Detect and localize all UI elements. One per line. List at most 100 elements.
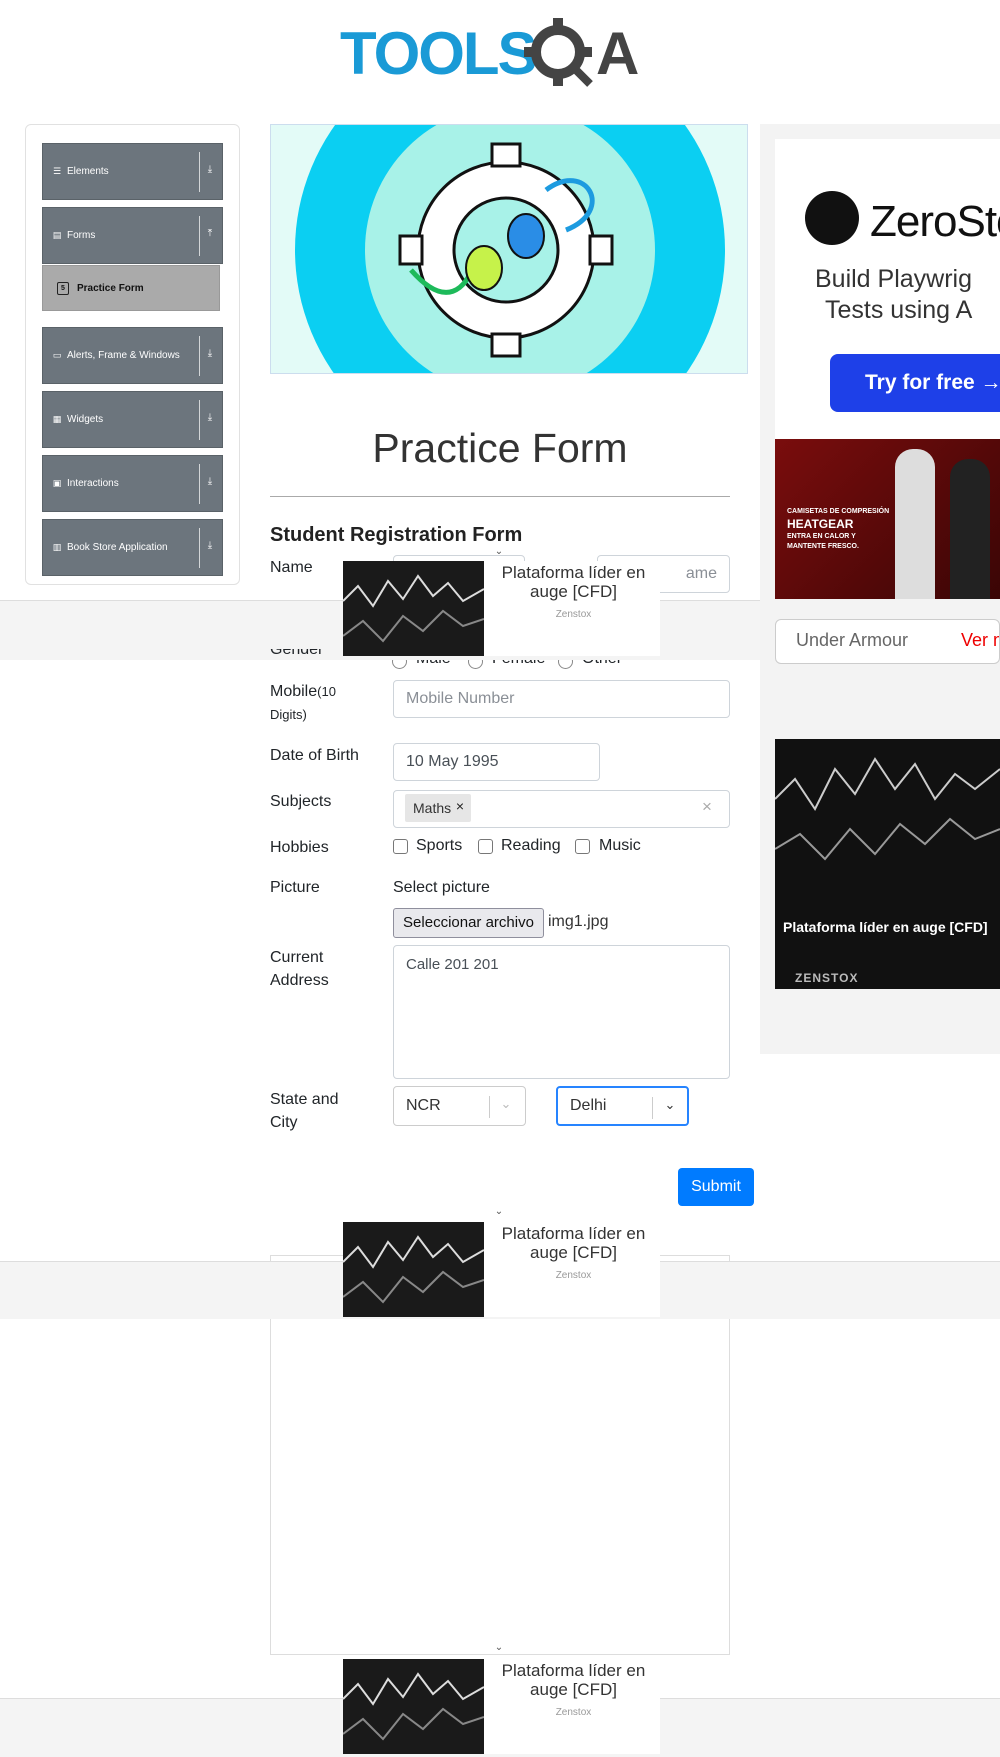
ua-promo-heatgear: HEATGEAR	[787, 517, 854, 531]
picture-label: Picture	[270, 879, 320, 896]
hobby-checkbox-sports[interactable]	[393, 839, 408, 854]
mobile-input[interactable]: Mobile Number	[393, 680, 730, 718]
submit-button[interactable]: Submit	[678, 1168, 754, 1206]
form-heading: Student Registration Form	[270, 524, 523, 546]
dob-label: Date of Birth	[270, 747, 359, 764]
under-armour-ad-caption[interactable]: Under Armour Ver m	[775, 619, 1000, 664]
book-icon: ▥	[52, 542, 62, 552]
remove-chip-icon[interactable]: ×	[456, 798, 464, 814]
ua-caption-text: Under Armour	[796, 630, 909, 650]
gender-option-label: Other	[582, 660, 622, 668]
subject-chip: Maths ×	[405, 794, 471, 822]
ad-chart-image	[343, 1222, 484, 1317]
chevron-down-icon[interactable]: ⌄	[492, 546, 506, 557]
sidebar-group-label: Book Store Application	[67, 542, 168, 553]
gender-radio-female[interactable]	[468, 660, 483, 669]
ad-title: Plataforma líder en auge [CFD]	[501, 1661, 646, 1699]
sidebar-item-practice-form[interactable]: 5 Practice Form	[42, 265, 220, 311]
hobby-label: Sports	[416, 837, 463, 854]
title-divider	[270, 496, 730, 497]
state-select[interactable]: NCR ⌄	[393, 1086, 526, 1126]
clear-icon[interactable]: ×	[702, 797, 712, 817]
interaction-icon: ▣	[52, 478, 62, 488]
file-name: img1.jpg	[548, 913, 609, 930]
gender-radio-other[interactable]	[558, 660, 573, 669]
window-icon: ▭	[52, 350, 62, 360]
zen-card-title: Plataforma líder en auge [CFD]	[783, 919, 988, 935]
sidebar-group-label: Interactions	[67, 478, 119, 489]
page-title: Practice Form	[372, 425, 628, 471]
ad-brand: Zenstox	[555, 1707, 592, 1718]
sidebar-group-alerts[interactable]: ▭ Alerts, Frame & Windows ⤓	[42, 327, 223, 384]
mobile-hint: Digits)	[270, 707, 307, 722]
zerostox-logo-icon	[805, 191, 859, 245]
under-armour-ad-image[interactable]: CAMISETAS DE COMPRESIÓN HEATGEAR ENTRA E…	[775, 439, 1000, 599]
state-city-label: State and City	[270, 1088, 339, 1134]
chevron-down-icon[interactable]: ⌄	[492, 1206, 506, 1217]
sidebar-group-interactions[interactable]: ▣ Interactions ⤓	[42, 455, 223, 512]
gender-radio-male[interactable]	[392, 660, 407, 669]
ad-title: Plataforma líder en auge [CFD]	[501, 563, 646, 601]
gender-label: Gender	[270, 649, 324, 658]
gender-option-label: Male	[416, 660, 451, 668]
state-select-value: NCR	[406, 1097, 441, 1114]
zen-card-brand: ZENSTOX	[795, 971, 859, 985]
sidebar-group-label: Widgets	[67, 414, 104, 425]
ua-promo-line: CAMISETAS DE COMPRESIÓN	[787, 508, 890, 515]
sticky-ad[interactable]: Plataforma líder en auge [CFD] Zenstox	[343, 561, 660, 656]
chevron-down-icon: ⌄	[500, 1096, 512, 1111]
html5-icon: 5	[57, 281, 69, 295]
hobby-checkbox-reading[interactable]	[478, 839, 493, 854]
mobile-label: Mobile(10 Digits)	[270, 680, 336, 726]
zenstox-ad-card[interactable]: Plataforma líder en auge [CFD] ZENSTOX	[775, 739, 1000, 989]
try-free-button[interactable]: Try for free →	[830, 354, 1000, 412]
mobile-label-text: Mobile	[270, 683, 318, 700]
dob-input[interactable]: 10 May 1995	[393, 743, 600, 781]
address-label-line: Address	[270, 972, 329, 989]
current-address-textarea[interactable]: Calle 201 201	[393, 945, 730, 1079]
tagline-line-2: Tests using A	[825, 296, 973, 324]
grid-icon: ▦	[52, 414, 62, 424]
hobbies-label: Hobbies	[270, 839, 329, 856]
hobby-label: Reading	[501, 837, 561, 854]
chevron-down-icon[interactable]: ⌄	[492, 1642, 506, 1653]
zerostox-brand: ZeroSto	[870, 197, 1000, 246]
right-ad-column[interactable]: ZeroSto Build Playwrig Tests using A Try…	[760, 124, 1000, 1054]
gender-option-label: Female	[492, 660, 545, 668]
ad-chart-image	[343, 561, 484, 656]
address-label: Current Address	[270, 946, 329, 992]
ua-promo-line: ENTRA EN CALOR Y	[787, 533, 856, 540]
state-city-label-line: State and	[270, 1091, 339, 1108]
chevron-down-icon: ⌄	[664, 1097, 676, 1112]
sidebar-group-label: Alerts, Frame & Windows	[67, 350, 180, 361]
sidebar-group-bookstore[interactable]: ▥ Book Store Application ⤓	[42, 519, 223, 576]
sticky-ad[interactable]: Plataforma líder en auge [CFD] Zenstox	[343, 1659, 660, 1754]
ua-more-link[interactable]: Ver m	[961, 630, 999, 651]
sidebar-group-elements[interactable]: ☰ Elements ⤓	[42, 143, 223, 200]
sidebar-group-label: Elements	[67, 166, 109, 177]
ad-brand: Zenstox	[555, 609, 592, 620]
sidebar: ☰ Elements ⤓ ▤ Forms ⤒ 5 Practice Form ▭…	[25, 124, 240, 585]
svg-text:TOOLS: TOOLS	[340, 20, 536, 87]
city-select[interactable]: Delhi ⌄	[556, 1086, 689, 1126]
ua-promo-line: MANTENTE FRESCO.	[787, 543, 859, 550]
state-city-label-line: City	[270, 1114, 298, 1131]
city-select-value: Delhi	[570, 1097, 607, 1114]
sticky-ad[interactable]: Plataforma líder en auge [CFD] Zenstox	[343, 1222, 660, 1317]
expand-icon: ⤓	[207, 476, 213, 487]
toolsqa-logo[interactable]: TOOLS A	[340, 14, 665, 90]
banner-image[interactable]	[270, 124, 748, 374]
menu-icon: ☰	[52, 166, 62, 176]
name-label: Name	[270, 559, 313, 576]
select-picture-label: Select picture	[393, 879, 490, 896]
tagline-line-1: Build Playwrig	[815, 265, 973, 293]
form-icon: ▤	[52, 230, 62, 240]
hobby-checkbox-music[interactable]	[575, 839, 590, 854]
mobile-hint: (10	[317, 684, 336, 699]
sidebar-group-widgets[interactable]: ▦ Widgets ⤓	[42, 391, 223, 448]
subject-chip-label: Maths	[413, 800, 452, 816]
svg-text:A: A	[596, 20, 639, 87]
sidebar-item-label: Practice Form	[77, 282, 144, 294]
file-upload-button[interactable]: Seleccionar archivo	[393, 908, 544, 938]
sidebar-group-forms[interactable]: ▤ Forms ⤒	[42, 207, 223, 264]
